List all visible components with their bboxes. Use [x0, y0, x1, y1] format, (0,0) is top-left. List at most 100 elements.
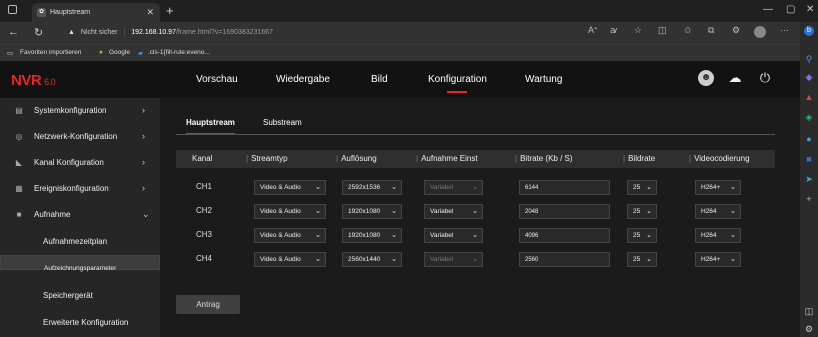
bitrate-input[interactable]: 4096 [519, 228, 610, 243]
sidebar-office-icon[interactable]: ● [804, 134, 814, 144]
close-tab-icon[interactable]: ✕ [146, 7, 154, 18]
sidebar-sub-label: Speichergerät [43, 291, 93, 300]
sidebar-add-icon[interactable]: + [804, 194, 814, 204]
browser-tab-bar: ✿ Hauptstream ✕ + — ▢ ✕ [0, 0, 818, 22]
resolution-select[interactable]: 1920x1080 ⌄ [342, 228, 402, 243]
channel-label: CH2 [196, 206, 213, 215]
record-mode-select[interactable]: Variabel ⌄ [424, 228, 483, 243]
table-row: CH4 Video & Audio ⌄ 2560x1440 ⌄ Variabel ⌄ … [176, 252, 775, 273]
tab-hauptstream[interactable]: Hauptstream [186, 118, 235, 135]
copilot-icon[interactable]: b [804, 26, 814, 36]
header-videocodierung: | Videocodierung [689, 154, 750, 163]
nav-bild[interactable]: Bild [371, 74, 388, 85]
chevron-down-icon: ⌄ [730, 232, 736, 239]
codec-select[interactable]: H264 ⌄ [695, 228, 741, 243]
tab-substream[interactable]: Substream [263, 118, 302, 127]
sidebar-tools-icon[interactable]: ▲ [804, 92, 814, 102]
nav-wartung[interactable]: Wartung [525, 74, 562, 85]
sidebar-sub-advanced[interactable]: Erweiterte Konfiguration [0, 309, 160, 336]
sidebar-outlook-icon[interactable]: ■ [804, 154, 814, 164]
power-icon[interactable]: ⏻ [757, 70, 773, 86]
stream-type-select[interactable]: Video & Audio ⌄ [254, 252, 326, 267]
sidebar-item-label: Ereigniskonfiguration [34, 184, 109, 193]
record-mode-select[interactable]: Variabel ⌄ [424, 252, 483, 267]
bitrate-input[interactable]: 2048 [519, 204, 610, 219]
reader-icon[interactable]: ꜹ [610, 25, 617, 36]
refresh-icon[interactable]: ↻ [34, 26, 43, 39]
resolution-select[interactable]: 1920x1080 ⌄ [342, 204, 402, 219]
sidebar-sub-schedule[interactable]: Aufnahmezeitplan [0, 228, 160, 255]
sidebar-item-network[interactable]: ◎ Netzwerk-Konfiguration › [0, 124, 160, 150]
sidebar-send-icon[interactable]: ➤ [804, 174, 814, 184]
framerate-select[interactable]: 25 ⌄ [627, 228, 657, 243]
record-icon: ■ [16, 210, 22, 219]
user-avatar-icon[interactable]: ☻ [698, 70, 714, 86]
stream-type-select[interactable]: Video & Audio ⌄ [254, 180, 326, 195]
extensions-icon[interactable]: ⚙ [732, 25, 740, 36]
sidebar-sub-label: Aufzeichnungsparameter [44, 265, 117, 272]
bitrate-input[interactable]: 2560 [519, 252, 610, 267]
warning-icon: ▲ [68, 29, 75, 36]
split-screen-icon[interactable]: ◫ [658, 25, 667, 36]
sidebar-item-channel[interactable]: ◣ Kanal Konfiguration › [0, 150, 160, 176]
restore-icon[interactable]: ▢ [786, 4, 795, 15]
resolution-select[interactable]: 2560x1440 ⌄ [342, 252, 402, 267]
new-tab-icon[interactable]: + [166, 3, 174, 18]
sidebar-search-icon[interactable]: ⚲ [804, 54, 814, 64]
tab-actions-icon[interactable] [8, 5, 17, 14]
apply-button[interactable]: Antrag [176, 295, 240, 314]
sidebar-sub-parameters[interactable]: Aufzeichnungsparameter [0, 255, 160, 272]
nav-wiedergabe[interactable]: Wiedergabe [276, 74, 330, 85]
framerate-select[interactable]: 25 ⌄ [627, 180, 657, 195]
record-mode-select[interactable]: Variabel ⌄ [424, 180, 483, 195]
main-panel: Hauptstream Substream Kanal | Streamtyp |… [160, 98, 800, 337]
chevron-down-icon: ⌄ [472, 208, 478, 215]
favicon-icon: ✿ [37, 8, 46, 17]
nav-vorschau[interactable]: Vorschau [196, 74, 238, 85]
stream-type-select[interactable]: Video & Audio ⌄ [254, 228, 326, 243]
framerate-select[interactable]: 25 ⌄ [627, 252, 657, 267]
chevron-down-icon: ⌄ [472, 232, 478, 239]
nav-konfiguration[interactable]: Konfiguration [428, 74, 487, 93]
back-icon[interactable]: ← [8, 26, 19, 38]
chevron-down-icon: ⌄ [472, 184, 478, 191]
url-host: 192.168.10.97 [131, 29, 176, 36]
chevron-down-icon: ⌄ [646, 232, 652, 239]
codec-select[interactable]: H264 ⌄ [695, 204, 741, 219]
tab-title: Hauptstream [50, 9, 91, 16]
cloud-upload-icon[interactable]: ☁ [727, 70, 743, 86]
more-menu-icon[interactable]: ··· [780, 25, 789, 35]
sidebar-layout-icon[interactable]: ◫ [804, 306, 814, 316]
record-mode-select[interactable]: Variabel ⌄ [424, 204, 483, 219]
sidebar-sub-storage[interactable]: Speichergerät [0, 282, 160, 309]
sidebar-sub-label: Aufnahmezeitplan [43, 237, 108, 246]
profile-icon[interactable] [754, 26, 766, 38]
favorites-icon[interactable]: ✩ [684, 25, 692, 36]
sidebar-item-system[interactable]: ▤ Systemkonfiguration › [0, 98, 160, 124]
bookmark-import[interactable]: Favoriten importieren [20, 49, 81, 56]
sidebar-tag-icon[interactable]: ◆ [804, 72, 814, 82]
codec-select[interactable]: H264+ ⌄ [695, 180, 741, 195]
framerate-select[interactable]: 25 ⌄ [627, 204, 657, 219]
window-close-icon[interactable]: ✕ [806, 4, 814, 15]
sidebar-games-icon[interactable]: ◈ [804, 112, 814, 122]
resolution-select[interactable]: 2592x1536 ⌄ [342, 180, 402, 195]
favorite-star-icon[interactable]: ☆ [634, 25, 642, 36]
minimize-icon[interactable]: — [763, 4, 773, 15]
stream-type-select[interactable]: Video & Audio ⌄ [254, 204, 326, 219]
bitrate-input[interactable]: 6144 [519, 180, 610, 195]
sidebar-item-record[interactable]: ■ Aufnahme ⌄ [0, 202, 160, 228]
sidebar-settings-icon[interactable]: ⚙ [804, 324, 814, 334]
codec-select[interactable]: H264+ ⌄ [695, 252, 741, 267]
chevron-down-icon: ⌄ [391, 232, 397, 239]
read-aloud-icon[interactable]: Aᐩ [588, 25, 598, 36]
collections-icon[interactable]: ⧉ [708, 25, 714, 36]
chevron-down-icon: ⌄ [646, 208, 652, 215]
sidebar-item-event[interactable]: ▦ Ereigniskonfiguration › [0, 176, 160, 202]
chevron-right-icon: › [142, 157, 145, 167]
bookmark-google[interactable]: Google [109, 49, 130, 56]
chevron-down-icon: ⌄ [391, 184, 397, 191]
browser-tab[interactable]: ✿ Hauptstream ✕ [32, 3, 160, 22]
bookmark-cls[interactable]: .cls-1{fill-rule:eveno... [148, 49, 210, 56]
header-streamtyp: | Streamtyp [246, 154, 288, 163]
